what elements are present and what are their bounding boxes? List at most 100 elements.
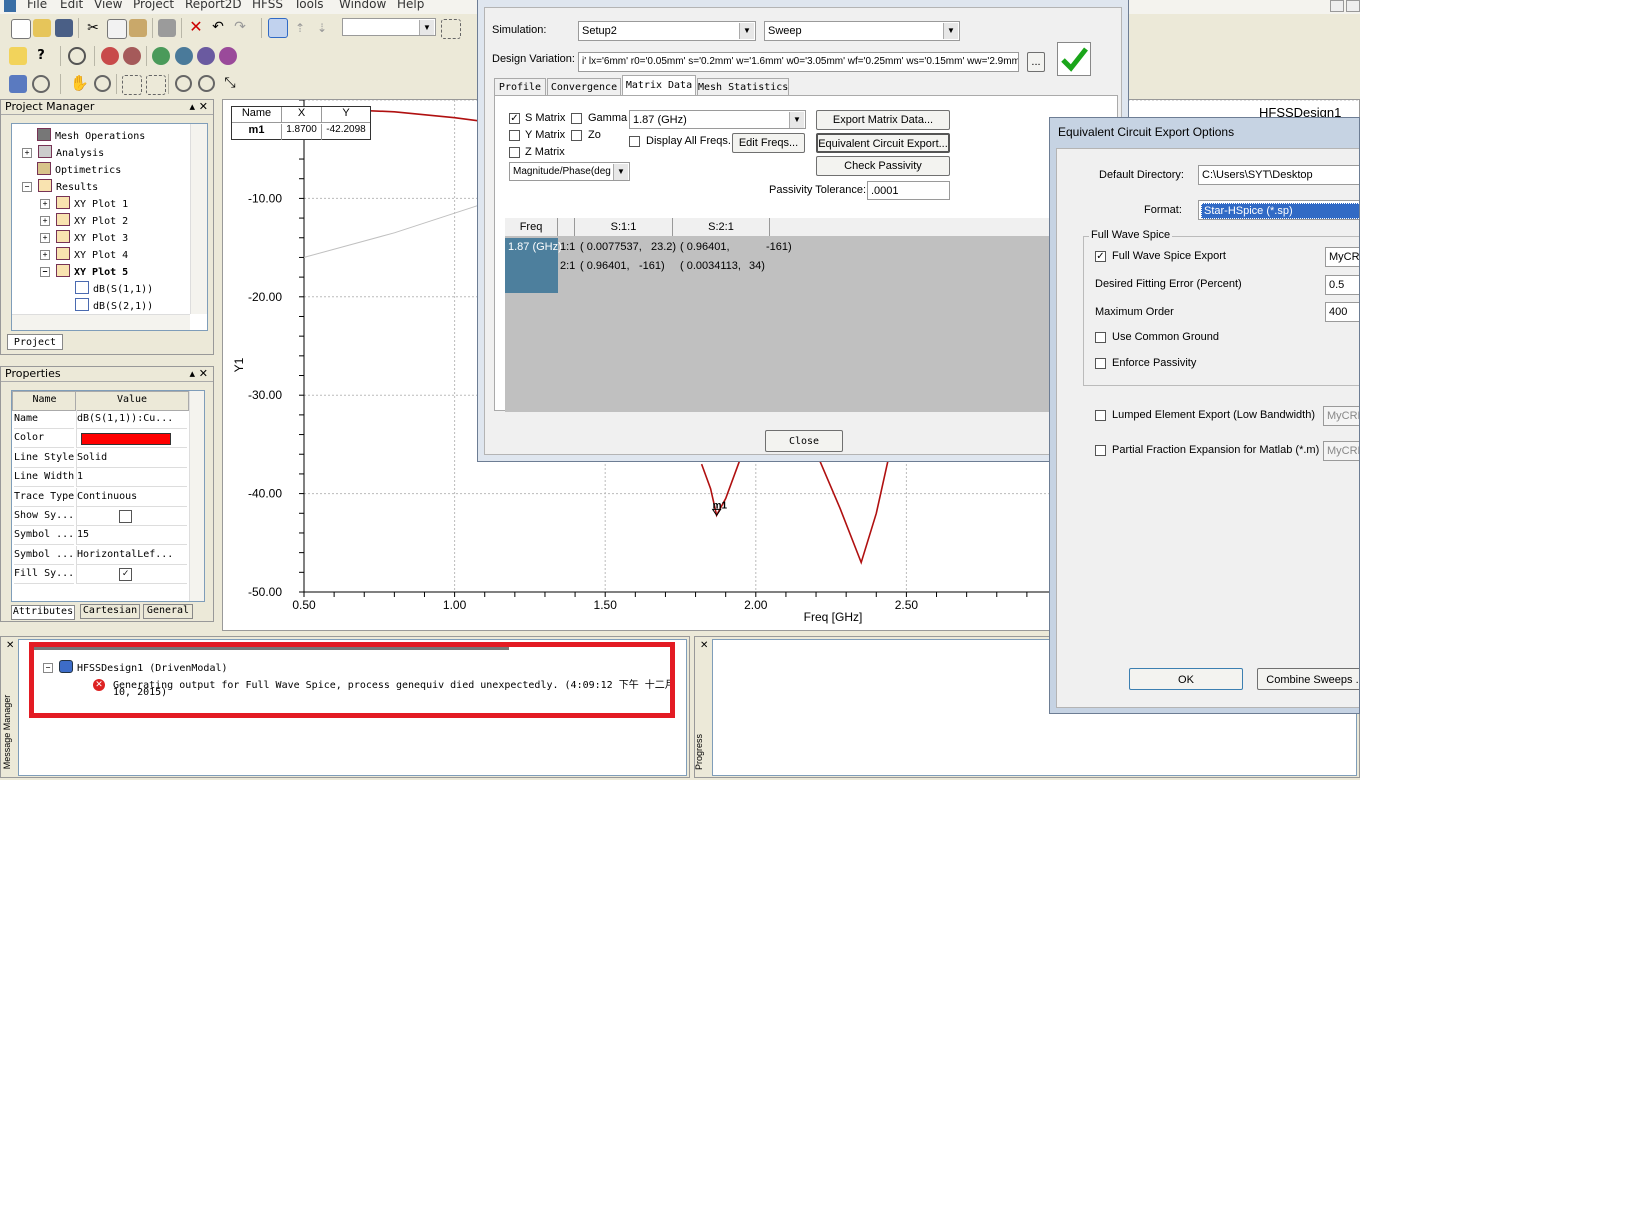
property-checkbox[interactable]: ✓ bbox=[119, 568, 132, 582]
property-value[interactable]: Solid bbox=[76, 448, 187, 468]
whats-this-icon[interactable]: ? bbox=[32, 47, 50, 65]
tree-item-xy-plot-2[interactable]: + XY Plot 2 bbox=[40, 213, 128, 227]
simulation-select[interactable]: Setup2 ▼ bbox=[578, 21, 756, 41]
tree-item-optimetrics[interactable]: Optimetrics bbox=[37, 162, 121, 176]
tree-horizontal-scrollbar[interactable] bbox=[12, 314, 190, 330]
check-passivity-button[interactable]: Check Passivity bbox=[816, 156, 950, 176]
y-matrix-checkbox[interactable] bbox=[509, 130, 520, 141]
grid-freq-cell[interactable]: 1.87 (GHz) bbox=[505, 238, 562, 293]
property-value[interactable]: HorizontalLef... bbox=[76, 545, 187, 565]
tab-mesh-statistics[interactable]: Mesh Statistics bbox=[697, 78, 789, 95]
zoom-in-box-icon[interactable] bbox=[122, 75, 142, 95]
z-matrix-checkbox[interactable] bbox=[509, 147, 520, 158]
design-variation-browse-button[interactable]: ... bbox=[1027, 52, 1045, 72]
property-value[interactable]: Continuous bbox=[76, 487, 187, 507]
tab-profile[interactable]: Profile bbox=[494, 78, 546, 95]
zoom-out-box-icon[interactable] bbox=[146, 75, 166, 95]
s-matrix-checkbox[interactable]: ✓ bbox=[509, 113, 520, 124]
display-all-freqs-checkbox[interactable] bbox=[629, 136, 640, 147]
lumped-element-checkbox[interactable] bbox=[1095, 410, 1106, 421]
menu-edit[interactable]: Edit bbox=[60, 0, 83, 11]
design-variation-field[interactable]: i' lx='6mm' r0='0.05mm' s='0.2mm' w='1.6… bbox=[578, 52, 1019, 72]
expand-icon[interactable]: + bbox=[40, 233, 50, 243]
common-ground-checkbox[interactable] bbox=[1095, 332, 1106, 343]
tree-item-xy-plot-3[interactable]: + XY Plot 3 bbox=[40, 230, 128, 244]
full-wave-name-field[interactable]: MyCRL bbox=[1325, 247, 1359, 267]
panel-pin-icon[interactable]: ▴ bbox=[189, 100, 195, 114]
property-value[interactable] bbox=[76, 507, 187, 526]
report-icon[interactable] bbox=[219, 47, 237, 65]
tree-vertical-scrollbar[interactable] bbox=[190, 124, 207, 314]
menu-tools[interactable]: Tools bbox=[294, 0, 324, 11]
zoom-in-icon[interactable] bbox=[175, 75, 192, 92]
analyze-icon[interactable] bbox=[123, 47, 141, 65]
move-up-icon[interactable]: ⇡ bbox=[291, 19, 309, 37]
tree-item-xy-plot-4[interactable]: + XY Plot 4 bbox=[40, 247, 128, 261]
tab-cartesian[interactable]: Cartesian bbox=[80, 604, 140, 619]
menu-help[interactable]: Help bbox=[397, 0, 424, 11]
menu-hfss[interactable]: HFSS bbox=[252, 0, 283, 11]
paste-icon[interactable] bbox=[129, 19, 147, 37]
redo-icon[interactable]: ↷ bbox=[231, 18, 249, 36]
menu-report2d[interactable]: Report2D bbox=[185, 0, 242, 11]
export-matrix-data-button[interactable]: Export Matrix Data... bbox=[816, 110, 950, 130]
ok-button[interactable]: OK bbox=[1129, 668, 1243, 690]
enforce-passivity-checkbox[interactable] bbox=[1095, 358, 1106, 369]
tab-attributes[interactable]: Attributes bbox=[11, 605, 75, 620]
tab-general[interactable]: General bbox=[143, 604, 193, 619]
properties-scrollbar[interactable] bbox=[189, 391, 204, 601]
collapse-icon[interactable]: − bbox=[40, 267, 50, 277]
help-context-icon[interactable] bbox=[9, 47, 27, 65]
zoom-icon[interactable] bbox=[94, 75, 111, 92]
message-close-icon[interactable]: ✕ bbox=[6, 640, 14, 651]
open-folder-icon[interactable] bbox=[33, 19, 51, 37]
cut-icon[interactable]: ✂ bbox=[84, 19, 102, 37]
tree-item-mesh-operations[interactable]: Mesh Operations bbox=[37, 128, 145, 142]
progress-close-icon[interactable]: ✕ bbox=[700, 640, 708, 651]
zo-checkbox[interactable] bbox=[571, 130, 582, 141]
model-icon[interactable] bbox=[9, 75, 27, 93]
toolbar-combo[interactable]: ▼ bbox=[342, 18, 436, 36]
marker-table[interactable]: Name X Y m1 1.8700 -42.2098 bbox=[231, 106, 371, 140]
tree-item-xy-plot-1[interactable]: + XY Plot 1 bbox=[40, 196, 128, 210]
property-value[interactable]: 15 bbox=[76, 526, 187, 546]
apply-checkmark-button[interactable] bbox=[1057, 42, 1091, 76]
expand-icon[interactable]: + bbox=[40, 216, 50, 226]
expand-icon[interactable]: + bbox=[22, 148, 32, 158]
property-value[interactable]: 1 bbox=[76, 468, 187, 488]
equivalent-circuit-export-button[interactable]: Equivalent Circuit Export... bbox=[816, 133, 950, 153]
tree-item-analysis[interactable]: + Analysis bbox=[22, 145, 104, 159]
fitting-error-field[interactable]: 0.5 bbox=[1325, 275, 1359, 295]
move-down-icon[interactable]: ⇣ bbox=[313, 19, 331, 37]
property-checkbox[interactable] bbox=[119, 510, 132, 523]
format-select[interactable]: Star-HSpice (*.sp) bbox=[1198, 200, 1359, 220]
validate-icon[interactable] bbox=[101, 47, 119, 65]
restore-button[interactable] bbox=[1346, 0, 1360, 12]
rotate-icon[interactable] bbox=[32, 75, 50, 93]
partial-fraction-checkbox[interactable] bbox=[1095, 445, 1106, 456]
property-value[interactable]: ✓ bbox=[76, 565, 187, 585]
fields-icon[interactable] bbox=[175, 47, 193, 65]
menu-window[interactable]: Window bbox=[339, 0, 386, 11]
combine-sweeps-button[interactable]: Combine Sweeps .. bbox=[1257, 668, 1359, 690]
eye-icon[interactable] bbox=[68, 47, 86, 65]
layout-icon[interactable] bbox=[441, 19, 461, 39]
default-directory-field[interactable]: C:\Users\SYT\Desktop bbox=[1198, 165, 1359, 185]
lumped-element-name-field[interactable]: MyCRL bbox=[1323, 406, 1359, 426]
full-wave-export-checkbox[interactable]: ✓ bbox=[1095, 251, 1106, 262]
zoom-out-icon[interactable] bbox=[198, 75, 215, 92]
frequency-select[interactable]: 1.87 (GHz) ▼ bbox=[629, 110, 806, 129]
sweep-select[interactable]: Sweep ▼ bbox=[764, 21, 960, 41]
pan-hand-icon[interactable]: ✋ bbox=[70, 74, 89, 92]
display-format-select[interactable]: Magnitude/Phase(deg ▼ bbox=[509, 162, 630, 181]
close-button[interactable]: Close bbox=[765, 430, 843, 452]
expand-icon[interactable]: + bbox=[40, 199, 50, 209]
partial-fraction-name-field[interactable]: MyCRL bbox=[1323, 441, 1359, 461]
tree-item-trace-s11[interactable]: dB(S(1,1)) bbox=[75, 281, 153, 295]
menu-project[interactable]: Project bbox=[133, 0, 174, 11]
property-value[interactable]: dB(S(1,1)):Cu... bbox=[76, 410, 187, 429]
results-icon[interactable] bbox=[152, 47, 170, 65]
passivity-tolerance-field[interactable]: .0001 bbox=[867, 181, 950, 200]
property-value[interactable] bbox=[76, 429, 187, 449]
gamma-checkbox[interactable] bbox=[571, 113, 582, 124]
